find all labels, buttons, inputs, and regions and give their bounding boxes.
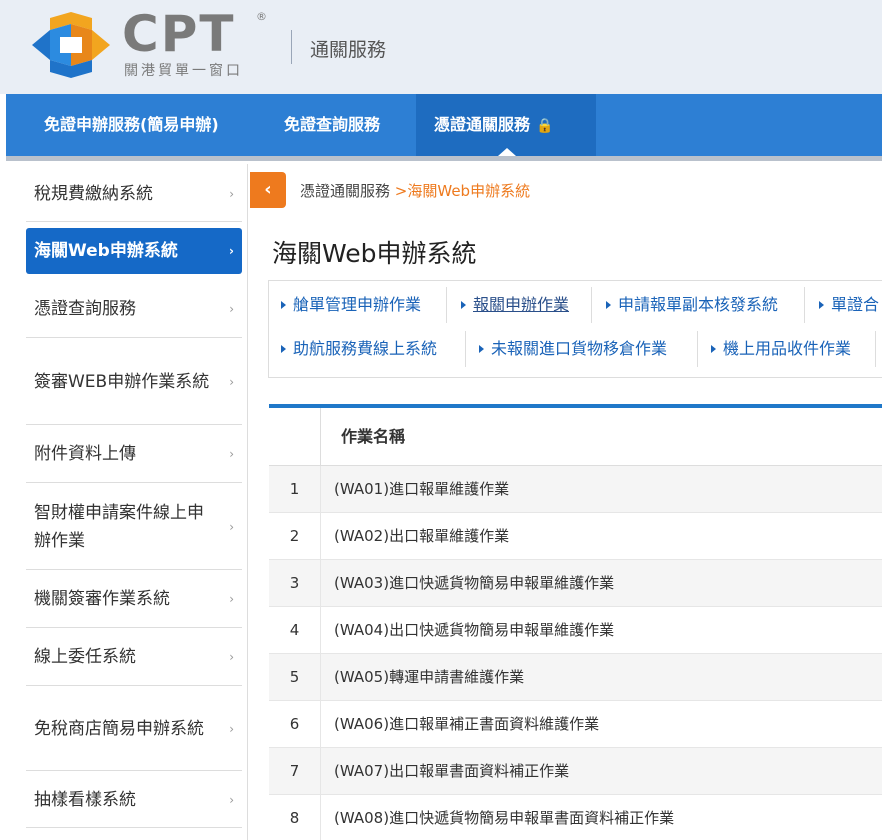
chevron-right-icon: › [229, 302, 234, 316]
sidebar-item-agency-review[interactable]: 機關簽審作業系統 › [26, 571, 242, 628]
chevron-right-icon: › [229, 447, 234, 461]
subnav-onboard-supplies[interactable]: 機上用品收件作業 [709, 337, 851, 361]
chevron-right-icon: › [229, 374, 234, 389]
sidebar-item-ip-rights[interactable]: 智財權申請案件線上申辦作業 › [26, 484, 242, 570]
subnav-divider [697, 331, 698, 367]
row-number: 2 [269, 513, 321, 559]
subnav-divider [804, 287, 805, 323]
sidebar-item-label: 稅規費繳納系統 [34, 183, 153, 204]
subnav-documents[interactable]: 單證合 [817, 293, 879, 317]
breadcrumb-parent[interactable]: 憑證通關服務 [300, 182, 390, 200]
table-row[interactable]: 6 (WA06)進口報單補正書面資料維護作業 [269, 701, 882, 748]
header-divider [291, 30, 292, 64]
sidebar-item-certificate-query[interactable]: 憑證查詢服務 › [26, 281, 242, 338]
sidebar-item-attachment-upload[interactable]: 附件資料上傳 › [26, 426, 242, 483]
sidebar: 稅規費繳納系統 › 海關Web申辦系統 › 憑證查詢服務 › 簽審WEB申辦作業系統 ›… [6, 164, 248, 840]
nav-item-label: 憑證通關服務 [434, 115, 531, 134]
chevron-right-icon: › [229, 650, 234, 664]
sidebar-item-sampling[interactable]: 抽樣看樣系統 › [26, 772, 242, 828]
row-number: 1 [269, 466, 321, 512]
sidebar-item-duty-free[interactable]: 免稅商店簡易申辦系統 › [26, 687, 242, 771]
chevron-right-icon: › [229, 519, 234, 534]
row-number: 3 [269, 560, 321, 606]
sidebar-item-label: 機關簽審作業系統 [34, 589, 170, 609]
table-row[interactable]: 7 (WA07)出口報單書面資料補正作業 [269, 748, 882, 795]
nav-item-simple-apply[interactable]: 免證申辦服務(簡易申辦) [44, 94, 219, 156]
row-operation-link[interactable]: (WA03)進口快遞貨物簡易申報單維護作業 [321, 560, 882, 606]
header-number-cell [269, 408, 321, 465]
chevron-right-icon: › [229, 244, 234, 258]
service-title: 通關服務 [310, 39, 387, 61]
subnav-divider [875, 331, 876, 367]
row-operation-link[interactable]: (WA05)轉運申請書維護作業 [321, 654, 882, 700]
operations-table: 作業名稱 1 (WA01)進口報單維護作業 2 (WA02)出口報單維護作業 3 (W… [269, 404, 882, 840]
row-operation-link[interactable]: (WA02)出口報單維護作業 [321, 513, 882, 559]
subnav-divider [465, 331, 466, 367]
chevron-right-icon: › [229, 721, 234, 736]
row-number: 5 [269, 654, 321, 700]
table-row[interactable]: 5 (WA05)轉運申請書維護作業 [269, 654, 882, 701]
nav-item-certificate-clearance[interactable]: 憑證通關服務 🔒 [416, 94, 596, 156]
subnav-declaration[interactable]: 報關申辦作業 [459, 293, 569, 317]
row-operation-link[interactable]: (WA08)進口快遞貨物簡易申報單書面資料補正作業 [321, 795, 882, 840]
sidebar-item-label: 免稅商店簡易申辦系統 [34, 718, 204, 739]
row-operation-link[interactable]: (WA04)出口快遞貨物簡易申報單維護作業 [321, 607, 882, 653]
row-operation-link[interactable]: (WA06)進口報單補正書面資料維護作業 [321, 701, 882, 747]
subnav-divider [591, 287, 592, 323]
sidebar-item-label: 抽樣看樣系統 [34, 789, 136, 810]
sidebar-item-label: 附件資料上傳 [34, 444, 136, 464]
sidebar-item-customs-web[interactable]: 海關Web申辦系統 › [26, 228, 242, 274]
sidebar-item-label: 海關Web申辦系統 [34, 241, 178, 261]
subnav-navigation-fee[interactable]: 助航服務費線上系統 [279, 337, 437, 361]
sidebar-item-review-web[interactable]: 簽審WEB申辦作業系統 › [26, 339, 242, 425]
nav-item-label: 免證查詢服務 [284, 115, 381, 134]
row-number: 6 [269, 701, 321, 747]
back-button[interactable]: ‹ [250, 172, 286, 208]
sidebar-item-tax-fee[interactable]: 稅規費繳納系統 › [26, 166, 242, 222]
subnav-manifest[interactable]: 艙單管理申辦作業 [279, 293, 421, 317]
table-row[interactable]: 3 (WA03)進口快遞貨物簡易申報單維護作業 [269, 560, 882, 607]
site-header: CPT ® 關港貿單一窗口 通關服務 [0, 0, 882, 94]
registered-mark: ® [256, 10, 267, 23]
breadcrumb: 憑證通關服務 >海關Web申辦系統 [300, 180, 530, 201]
table-row[interactable]: 8 (WA08)進口快遞貨物簡易申報單書面資料補正作業 [269, 795, 882, 840]
chevron-right-icon: › [229, 186, 234, 201]
subnav-copy-issue[interactable]: 申請報單副本核發系統 [604, 293, 778, 317]
sidebar-item-label: 簽審WEB申辦作業系統 [34, 371, 210, 392]
brand-name: CPT [122, 5, 236, 63]
subnav-divider [446, 287, 447, 323]
table-row[interactable]: 4 (WA04)出口快遞貨物簡易申報單維護作業 [269, 607, 882, 654]
row-number: 8 [269, 795, 321, 840]
nav-item-label: 免證申辦服務(簡易申辦) [44, 115, 219, 134]
nav-item-query[interactable]: 免證查詢服務 [284, 94, 380, 156]
page-title: 海關Web申辦系統 [272, 239, 477, 268]
row-number: 4 [269, 607, 321, 653]
row-number: 7 [269, 748, 321, 794]
table-header: 作業名稱 [269, 408, 882, 466]
chevron-left-icon: ‹ [264, 179, 272, 200]
table-row[interactable]: 2 (WA02)出口報單維護作業 [269, 513, 882, 560]
breadcrumb-current: 海關Web申辦系統 [407, 182, 531, 200]
brand-subtitle: 關港貿單一窗口 [124, 63, 243, 79]
subnav-warehouse-transfer[interactable]: 未報關進口貨物移倉作業 [477, 337, 667, 361]
sidebar-item-label: 線上委任系統 [34, 647, 136, 667]
sidebar-item-label: 智財權申請案件線上申辦作業 [34, 502, 204, 551]
row-operation-link[interactable]: (WA07)出口報單書面資料補正作業 [321, 748, 882, 794]
lock-icon: 🔒 [536, 118, 554, 134]
row-operation-link[interactable]: (WA01)進口報單維護作業 [321, 466, 882, 512]
main-nav: 免證申辦服務(簡易申辦) 免證查詢服務 憑證通關服務 🔒 [6, 94, 882, 156]
header-operation-name: 作業名稱 [341, 427, 406, 446]
sub-navigation: 艙單管理申辦作業 報關申辦作業 申請報單副本核發系統 單證合 助航服務費線上系統… [268, 280, 882, 378]
nav-underline [6, 156, 882, 161]
chevron-right-icon: › [229, 592, 234, 606]
breadcrumb-separator: > [394, 182, 408, 200]
sidebar-item-online-delegation[interactable]: 線上委任系統 › [26, 629, 242, 686]
table-row[interactable]: 1 (WA01)進口報單維護作業 [269, 466, 882, 513]
chevron-right-icon: › [229, 792, 234, 807]
sidebar-item-label: 憑證查詢服務 [34, 299, 136, 319]
cpt-logo-icon[interactable] [30, 10, 112, 80]
